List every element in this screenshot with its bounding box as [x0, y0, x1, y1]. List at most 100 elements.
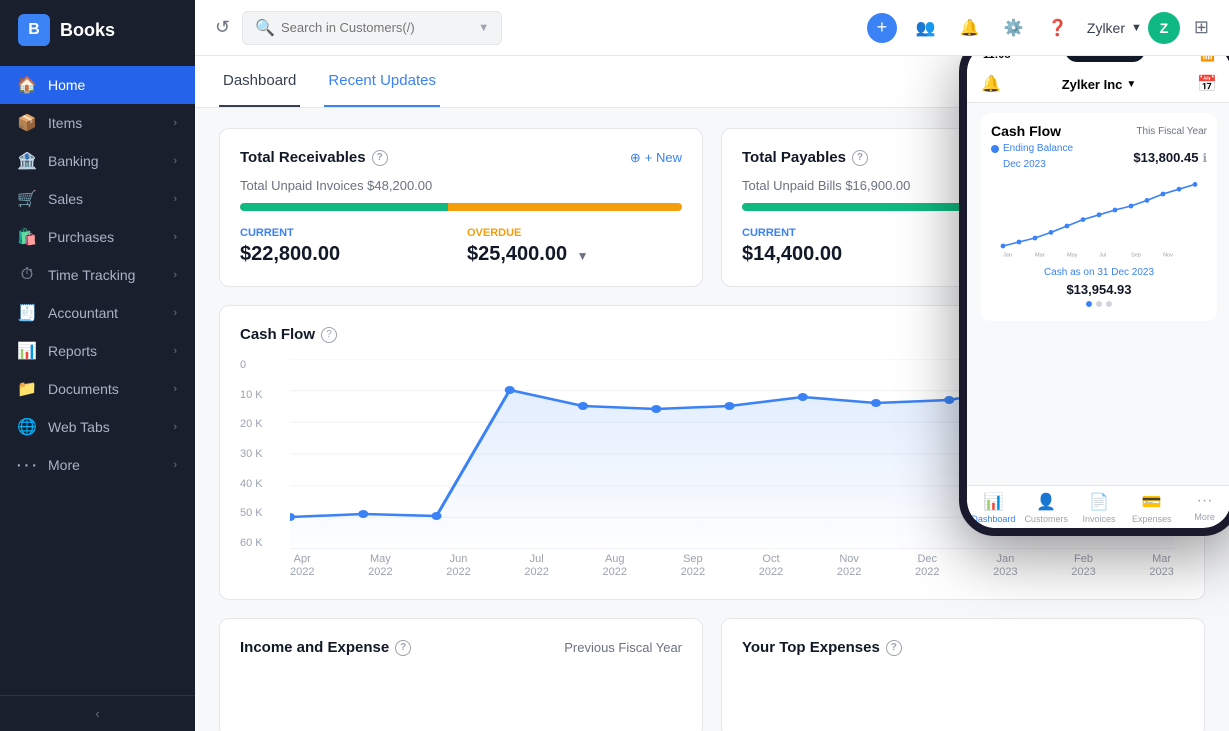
sidebar-item-web-tabs[interactable]: 🌐 Web Tabs › [0, 408, 195, 446]
sidebar-item-home[interactable]: 🏠 Home [0, 66, 195, 104]
accountant-icon: 🧾 [18, 304, 36, 322]
x-label-mar: Mar2023 [1149, 553, 1173, 579]
sidebar-item-more[interactable]: ··· More › [0, 446, 195, 484]
plus-icon: ⊕ [630, 150, 641, 166]
user-menu[interactable]: Zylker ▼ Z [1087, 12, 1180, 44]
receivables-card: Total Receivables ? ⊕ + New Total Unpaid… [219, 128, 703, 287]
svg-text:May: May [1067, 252, 1078, 258]
tab-recent-updates[interactable]: Recent Updates [324, 56, 440, 107]
chevron-right-icon: › [173, 117, 177, 129]
sidebar-item-label: Documents [48, 381, 119, 397]
x-label-aug: Aug2022 [603, 553, 627, 579]
mobile-balance-amount: $13,800.45 [1133, 150, 1198, 165]
add-button[interactable]: + [867, 13, 897, 43]
sidebar-item-sales[interactable]: 🛒 Sales › [0, 180, 195, 218]
chevron-right-icon: › [173, 231, 177, 243]
mobile-signal-icon: 📶 [1200, 56, 1215, 62]
mobile-nav-invoices[interactable]: 📄 Invoices [1073, 492, 1126, 524]
x-label-jul: Jul2022 [524, 553, 548, 579]
mobile-fiscal-year: This Fiscal Year [1136, 126, 1207, 137]
sidebar-item-label: Purchases [48, 229, 114, 245]
period-selector[interactable]: Previous Fiscal Year [564, 640, 682, 655]
sidebar-item-label: Accountant [48, 305, 118, 321]
x-label-may: May2022 [368, 553, 392, 579]
payables-info-icon[interactable]: ? [852, 150, 868, 166]
sidebar-item-documents[interactable]: 📁 Documents › [0, 370, 195, 408]
tabs: Dashboard Recent Updates [219, 56, 464, 107]
sidebar-item-reports[interactable]: 📊 Reports › [0, 332, 195, 370]
mobile-nav-label: Dashboard [971, 514, 1015, 524]
contacts-button[interactable]: 👥 [911, 13, 941, 43]
bell-icon[interactable]: 🔔 [981, 74, 1001, 94]
content-area: Dashboard Recent Updates ▶ Getting Start… [195, 56, 1229, 731]
tab-dashboard[interactable]: Dashboard [219, 56, 300, 107]
sidebar-item-purchases[interactable]: 🛍️ Purchases › [0, 218, 195, 256]
mobile-pagination-dots [991, 297, 1207, 311]
topbar: ↺ 🔍 ▼ + 👥 🔔 ⚙️ ❓ Zylker ▼ Z ⊞ [195, 0, 1229, 56]
current-amount: $14,400.00 [742, 243, 957, 266]
app-name: Books [60, 20, 115, 41]
receivables-info-icon[interactable]: ? [372, 150, 388, 166]
top-expenses-info-icon[interactable]: ? [886, 640, 902, 656]
sidebar-item-label: Items [48, 115, 82, 131]
sidebar-item-label: Reports [48, 343, 97, 359]
search-dropdown-icon[interactable]: ▼ [478, 22, 489, 34]
receivables-progress-bar [240, 203, 682, 211]
mobile-line-chart: Jan Mar May Jul Sep Nov 2023 2023 2023 2… [991, 178, 1207, 258]
search-input[interactable] [281, 20, 472, 35]
mobile-nav-expenses[interactable]: 💳 Expenses [1125, 492, 1178, 524]
customers-icon: 👤 [1036, 492, 1056, 512]
sidebar-collapse-button[interactable]: ‹ [0, 695, 195, 731]
notifications-button[interactable]: 🔔 [955, 13, 985, 43]
refresh-button[interactable]: ↺ [215, 17, 230, 38]
documents-icon: 📁 [18, 380, 36, 398]
dropdown-icon[interactable]: ▼ [577, 249, 589, 263]
mobile-nav-dashboard[interactable]: 📊 Dashboard [967, 492, 1020, 524]
balance-dot [991, 145, 999, 153]
sidebar-item-label: Time Tracking [48, 267, 135, 283]
help-button[interactable]: ❓ [1043, 13, 1073, 43]
dashboard-icon: 📊 [983, 492, 1003, 512]
mobile-nav-label: Customers [1024, 514, 1068, 524]
receivables-title: Total Receivables [240, 149, 366, 166]
mobile-screen: 11:08 📶 🔔 Zylker Inc ▼ 📅 [967, 56, 1229, 528]
mobile-time: 11:08 [983, 56, 1011, 61]
app-logo[interactable]: B Books [0, 0, 195, 60]
chart-y-labels: 60 K 50 K 40 K 30 K 20 K 10 K 0 [240, 359, 280, 549]
sidebar-item-accountant[interactable]: 🧾 Accountant › [0, 294, 195, 332]
mobile-header: 🔔 Zylker Inc ▼ 📅 [967, 66, 1229, 103]
x-label-nov: Nov2022 [837, 553, 861, 579]
mobile-nav-label: Invoices [1082, 514, 1115, 524]
purchases-icon: 🛍️ [18, 228, 36, 246]
sales-icon: 🛒 [18, 190, 36, 208]
receivables-new-button[interactable]: ⊕ + New [630, 150, 682, 166]
receivables-amounts: CURRENT $22,800.00 OVERDUE $25,400.00 ▼ [240, 227, 682, 266]
search-bar[interactable]: 🔍 ▼ [242, 11, 502, 45]
chevron-right-icon: › [173, 155, 177, 167]
chart-x-labels: Apr2022 May2022 Jun2022 Jul2022 Aug2022 … [290, 553, 1174, 579]
mobile-dot [1096, 301, 1102, 307]
sidebar-item-banking[interactable]: 🏦 Banking › [0, 142, 195, 180]
x-label-sep: Sep2022 [681, 553, 705, 579]
mobile-dropdown-icon[interactable]: ▼ [1126, 79, 1136, 90]
main-content: ↺ 🔍 ▼ + 👥 🔔 ⚙️ ❓ Zylker ▼ Z ⊞ [195, 0, 1229, 731]
sidebar-item-items[interactable]: 📦 Items › [0, 104, 195, 142]
settings-button[interactable]: ⚙️ [999, 13, 1029, 43]
mobile-nav-customers[interactable]: 👤 Customers [1020, 492, 1073, 524]
user-dropdown-icon: ▼ [1131, 22, 1142, 34]
mobile-nav-more[interactable]: ··· More [1178, 492, 1229, 524]
grid-button[interactable]: ⊞ [1194, 17, 1209, 38]
income-expense-info-icon[interactable]: ? [395, 640, 411, 656]
search-icon: 🔍 [255, 18, 275, 38]
mobile-calendar-icon[interactable]: 📅 [1197, 74, 1217, 94]
sidebar-item-time-tracking[interactable]: ⏱ Time Tracking › [0, 256, 195, 294]
income-expense-title: Income and Expense [240, 639, 389, 656]
chevron-right-icon: › [173, 345, 177, 357]
sidebar: B Books 🏠 Home 📦 Items › 🏦 Banking › [0, 0, 195, 731]
cashflow-info-icon[interactable]: ? [321, 327, 337, 343]
svg-text:Mar: Mar [1035, 252, 1045, 258]
mobile-date-row: Cash as on 31 Dec 2023 [991, 263, 1207, 282]
mobile-info-icon[interactable]: ℹ [1202, 151, 1207, 165]
svg-text:Jul: Jul [1099, 252, 1106, 258]
top-expenses-title: Your Top Expenses [742, 639, 880, 656]
